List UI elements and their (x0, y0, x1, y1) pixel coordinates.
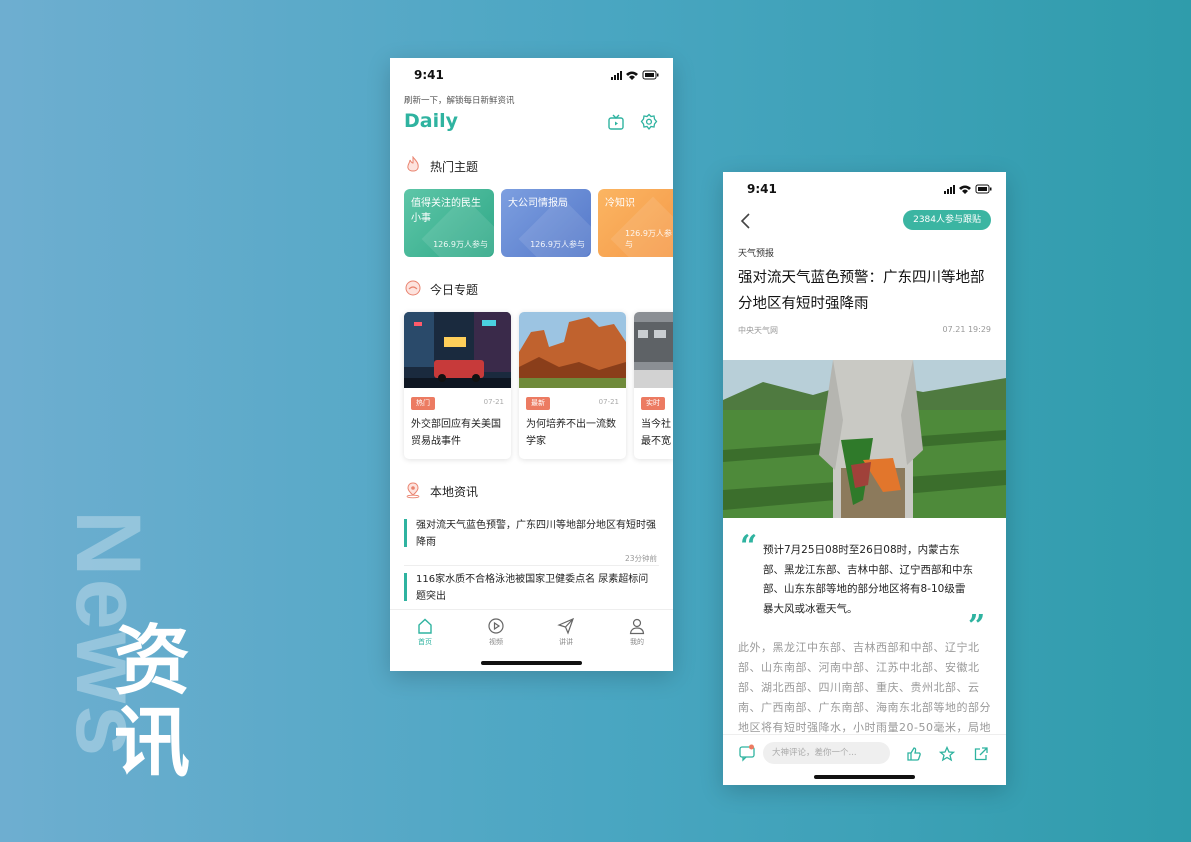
tab-home[interactable]: 首页 (405, 617, 445, 647)
status-icons (944, 184, 992, 194)
topic-image (634, 312, 673, 388)
chat-bubble-icon (405, 280, 421, 296)
share-icon[interactable] (973, 746, 989, 762)
topic-tag: 最新 (526, 397, 550, 410)
quote-open-icon: “ (740, 529, 758, 564)
topic-card[interactable]: 最新 07-21 为何培养不出一流数学家 (519, 312, 626, 459)
topic-image (519, 312, 626, 388)
article-photo (723, 360, 1006, 518)
article-source: 中央天气网 (738, 326, 778, 335)
topic-card[interactable]: 热门 07-21 外交部回应有关美国贸易战事件 (404, 312, 511, 459)
today-topics-title: 今日专题 (430, 283, 479, 297)
hot-card[interactable]: 值得关注的民生小事 126.9万人参与 (404, 189, 494, 257)
home-indicator (481, 661, 582, 665)
tab-label: 我的 (630, 638, 644, 646)
hot-card-title: 值得关注的民生小事 (411, 198, 481, 224)
hot-card-title: 冷知识 (605, 198, 635, 209)
topic-date: 07-21 (598, 398, 619, 406)
comment-input[interactable]: 大神评论，差你一个... (763, 742, 890, 764)
hot-card[interactable]: 冷知识 126.9万人参与 (598, 189, 673, 257)
hot-card[interactable]: 大公司情报局 126.9万人参与 (501, 189, 591, 257)
home-indicator (814, 775, 915, 779)
tab-video[interactable]: 视频 (476, 617, 516, 647)
hot-topics-title: 热门主题 (430, 160, 479, 174)
tv-icon[interactable] (607, 113, 625, 131)
news-accent-bar (404, 573, 407, 601)
status-bar: 9:41 (723, 172, 1006, 202)
app-logo: Daily (404, 110, 459, 132)
local-news-title: 本地资讯 (430, 485, 479, 499)
status-bar: 9:41 (390, 58, 673, 88)
topic-title: 为何培养不出一流数学家 (526, 419, 616, 447)
settings-icon[interactable] (640, 113, 658, 131)
hot-card-count: 126.9万人参与 (625, 229, 672, 249)
topic-tag: 实时 (641, 397, 665, 410)
tab-label: 首页 (418, 638, 432, 646)
topic-card[interactable]: 实时 当今社最不宽 (634, 312, 673, 459)
back-icon[interactable] (739, 212, 753, 230)
background-title: 资讯 (114, 616, 190, 787)
greeting-text: 刷新一下，解锁每日新鲜资讯 (404, 96, 515, 106)
status-icons (611, 70, 659, 80)
news-accent-bar (404, 519, 407, 547)
status-time: 9:41 (747, 182, 777, 196)
news-title: 116家水质不合格泳池被国家卫健委点名 尿素超标问题突出 (416, 574, 649, 602)
location-pin-icon (406, 482, 420, 499)
fire-icon (407, 156, 419, 172)
news-item[interactable]: 116家水质不合格泳池被国家卫健委点名 尿素超标问题突出 (404, 571, 659, 609)
user-icon (629, 618, 645, 635)
topic-image (404, 312, 511, 388)
topic-tag: 热门 (411, 397, 435, 410)
article-quote: 预计7月25日08时至26日08时，内蒙古东部、黑龙江东部、吉林中部、辽宁西部和… (763, 544, 973, 615)
topic-title: 当今社最不宽 (641, 419, 671, 447)
article-title: 强对流天气蓝色预警：广东四川等地部分地区有短时强降雨 (738, 270, 985, 312)
article-date: 07.21 19:29 (942, 325, 992, 334)
play-icon (488, 618, 504, 634)
tab-profile[interactable]: 我的 (617, 617, 657, 647)
status-time: 9:41 (414, 68, 444, 82)
like-icon[interactable] (906, 746, 922, 762)
hot-card-title: 大公司情报局 (508, 198, 568, 209)
star-icon[interactable] (939, 746, 955, 762)
article-screen: 9:41 2384人参与跟贴 天气预报 强对流天气蓝色预警：广东四川等地部分地区… (723, 172, 1006, 785)
hot-card-count: 126.9万人参与 (530, 240, 585, 249)
article-category: 天气预报 (738, 249, 775, 259)
divider (404, 565, 659, 566)
article-body: 此外，黑龙江中东部、吉林西部和中部、辽宁北部、山东南部、河南中部、江苏中北部、安… (738, 641, 991, 734)
news-time: 23分钟前 (624, 554, 657, 563)
topic-date: 07-21 (483, 398, 504, 406)
comment-icon[interactable] (738, 744, 756, 762)
tab-talk[interactable]: 讲讲 (546, 617, 586, 647)
follow-comments-button[interactable]: 2384人参与跟贴 (903, 210, 991, 230)
news-title: 强对流天气蓝色预警，广东四川等地部分地区有短时强降雨 (416, 520, 656, 548)
home-screen: 9:41 刷新一下，解锁每日新鲜资讯 Daily 热门主题 值得关注的民生小事 … (390, 58, 673, 671)
tab-bar: 首页 视频 讲讲 我的 (390, 609, 673, 655)
send-icon (557, 617, 575, 635)
hot-card-count: 126.9万人参与 (433, 240, 488, 249)
news-item[interactable]: 强对流天气蓝色预警，广东四川等地部分地区有短时强降雨 23分钟前 (404, 517, 659, 569)
tab-label: 讲讲 (559, 638, 573, 646)
tab-label: 视频 (489, 638, 503, 646)
home-icon (418, 618, 432, 634)
topic-title: 外交部回应有关美国贸易战事件 (411, 419, 501, 447)
